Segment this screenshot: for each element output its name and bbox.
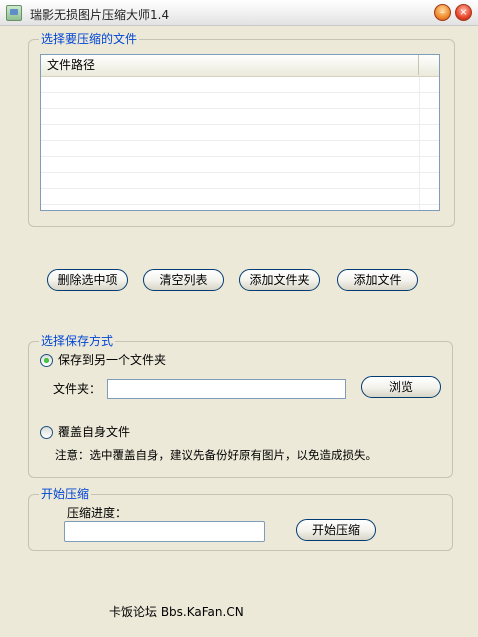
radio-save-other-folder[interactable] — [40, 354, 53, 367]
title-bar[interactable]: 瑞影无损图片压缩大师1.4 – × — [0, 0, 478, 26]
radio-overwrite-self[interactable] — [40, 426, 53, 439]
close-button[interactable]: × — [455, 4, 472, 21]
compress-progress-bar — [64, 521, 265, 542]
file-select-legend: 选择要压缩的文件 — [39, 32, 140, 46]
start-compress-button[interactable]: 开始压缩 — [296, 519, 376, 541]
close-icon: × — [459, 7, 468, 18]
browse-button[interactable]: 浏览 — [361, 376, 441, 398]
app-icon — [6, 5, 22, 21]
footer-credit: 卡饭论坛 Bbs.KaFan.CN — [109, 605, 244, 619]
add-file-button[interactable]: 添加文件 — [337, 269, 418, 291]
save-mode-legend: 选择保存方式 — [39, 334, 116, 348]
file-list[interactable]: 文件路径 — [40, 54, 440, 211]
column-header-file-path[interactable]: 文件路径 — [41, 55, 419, 75]
folder-label: 文件夹： — [53, 382, 102, 396]
label-save-other-folder[interactable]: 保存到另一个文件夹 — [58, 353, 166, 367]
file-list-rows[interactable] — [41, 77, 439, 210]
file-list-header: 文件路径 — [41, 55, 439, 77]
folder-path-input[interactable] — [107, 379, 346, 399]
label-overwrite-self[interactable]: 覆盖自身文件 — [58, 425, 130, 439]
column-divider — [419, 77, 420, 210]
minimize-icon: – — [440, 7, 445, 18]
overwrite-warning-note: 注意：选中覆盖自身，建议先备份好原有图片，以免造成损失。 — [55, 448, 377, 462]
progress-label: 压缩进度： — [67, 506, 128, 520]
add-folder-button[interactable]: 添加文件夹 — [239, 269, 320, 291]
window-title: 瑞影无损图片压缩大师1.4 — [30, 8, 170, 22]
start-compress-legend: 开始压缩 — [39, 487, 92, 501]
clear-list-button[interactable]: 清空列表 — [143, 269, 224, 291]
delete-selected-button[interactable]: 删除选中项 — [47, 269, 128, 291]
minimize-button[interactable]: – — [434, 4, 451, 21]
